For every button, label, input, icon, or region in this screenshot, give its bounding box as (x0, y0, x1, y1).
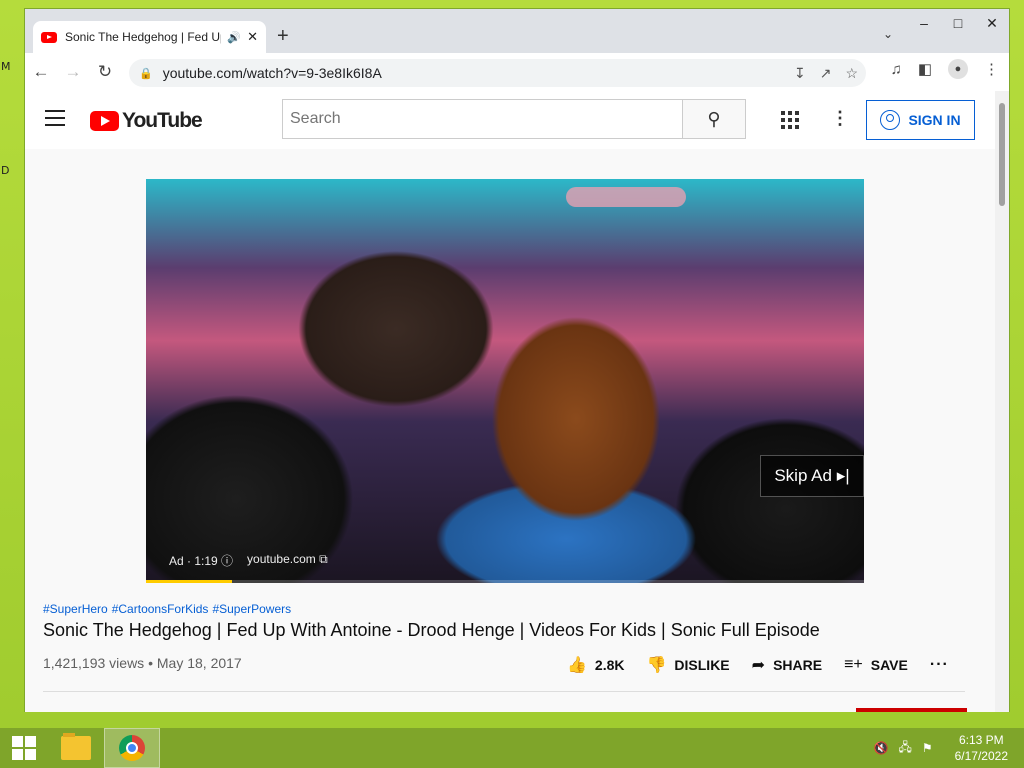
close-window-button[interactable]: ✕ (975, 9, 1009, 37)
start-button[interactable] (0, 728, 48, 768)
video-title: Sonic The Hedgehog | Fed Up With Antoine… (43, 620, 820, 640)
browser-menu-icon[interactable]: ⋮ (984, 60, 999, 78)
volume-muted-icon[interactable]: 🔇 (874, 741, 889, 755)
page-scrollbar[interactable] (995, 91, 1009, 712)
youtube-logo-text: YouTube (122, 109, 203, 132)
skip-ad-label: Skip Ad ▸| (774, 466, 850, 485)
sign-in-label: SIGN IN (908, 112, 961, 128)
network-icon[interactable]: 🖧 (898, 738, 911, 759)
browser-tab[interactable]: Sonic The Hedgehog | Fed Up With Antoine… (33, 21, 266, 53)
folder-icon (61, 733, 91, 760)
youtube-header: YouTube ⚲ ⋮ SIGN IN (25, 91, 1009, 149)
hashtag-link[interactable]: #SuperHero (43, 602, 108, 616)
taskbar: 🔇 🖧 ⚑ 6:13 PM 6/17/2022 (0, 728, 1024, 768)
back-arrow-icon[interactable]: ← (25, 56, 57, 88)
like-count: 2.8K (594, 657, 625, 673)
reload-icon[interactable]: ↻ (89, 56, 121, 88)
media-control-icon[interactable]: ♫ (891, 61, 902, 78)
chrome-icon (119, 735, 145, 761)
hashtag-link[interactable]: #CartoonsForKids (112, 602, 209, 616)
profile-avatar-icon[interactable]: ● (948, 59, 968, 79)
subscribe-button-edge[interactable] (856, 708, 967, 712)
apps-grid-icon[interactable] (781, 111, 799, 129)
more-options-icon[interactable]: ⋮ (831, 108, 849, 129)
lock-icon[interactable]: 🔒 (139, 67, 153, 80)
search-input[interactable] (282, 99, 683, 139)
save-label: SAVE (870, 657, 908, 673)
ad-info: Ad · 1:19 ⓘ youtube.com ⧉ (169, 552, 328, 569)
ad-countdown: Ad · 1:19 ⓘ (169, 554, 234, 568)
view-count: 1,421,193 views (43, 655, 145, 671)
search-icon: ⚲ (707, 108, 721, 129)
youtube-play-icon (90, 111, 119, 131)
user-circle-icon (880, 110, 901, 130)
minimize-button[interactable]: – (907, 9, 941, 37)
share-button[interactable]: ➦ SHARE (752, 655, 822, 675)
video-frame (146, 179, 864, 583)
install-icon[interactable]: ↧ (794, 65, 806, 82)
like-button[interactable]: 👍 2.8K (567, 655, 625, 675)
youtube-page: YouTube ⚲ ⋮ SIGN IN Skip Ad ▸| Ad · 1:19… (25, 91, 1009, 712)
thumbs-down-icon: 👎 (646, 657, 667, 674)
clock-time: 6:13 PM (958, 733, 1004, 747)
forward-arrow-icon[interactable]: → (57, 56, 89, 88)
windows-logo-icon (12, 736, 36, 760)
dislike-button[interactable]: 👎 DISLIKE (647, 655, 730, 675)
youtube-logo[interactable]: YouTube (90, 109, 203, 133)
tab-title: Sonic The Hedgehog | Fed Up With Antoine (65, 30, 221, 44)
more-actions-icon[interactable]: ··· (930, 656, 949, 674)
clock-date: 6/17/2022 (954, 749, 1008, 763)
scrollbar-thumb[interactable] (999, 103, 1005, 206)
clock[interactable]: 6:13 PM 6/17/2022 (955, 732, 1008, 764)
ad-progress-fill (146, 580, 233, 583)
hashtag-link[interactable]: #SuperPowers (212, 602, 291, 616)
divider (43, 691, 965, 692)
bookmark-star-icon[interactable]: ☆ (845, 65, 858, 82)
thumbs-up-icon: 👍 (567, 657, 587, 674)
close-tab-icon[interactable]: ✕ (247, 29, 258, 45)
url-text[interactable]: youtube.com/watch?v=9-3e8Ik6I8A (163, 65, 382, 81)
share-label: SHARE (773, 657, 823, 673)
desktop-label: M (1, 60, 11, 73)
file-explorer-taskbar-button[interactable] (48, 728, 104, 768)
chrome-taskbar-button[interactable] (104, 728, 160, 768)
hamburger-menu-icon[interactable] (45, 110, 65, 131)
video-meta: 1,421,193 views • May 18, 2017 (43, 655, 242, 671)
save-button[interactable]: ≡+ SAVE (844, 656, 908, 674)
new-tab-button[interactable]: + (277, 25, 289, 48)
speaker-icon[interactable]: 🔊 (227, 31, 241, 44)
search-button[interactable]: ⚲ (682, 99, 746, 139)
upload-date: May 18, 2017 (156, 655, 242, 671)
playlist-add-icon: ≡+ (844, 656, 863, 673)
maximize-button[interactable]: □ (941, 9, 975, 37)
action-center-flag-icon[interactable]: ⚑ (922, 741, 933, 755)
video-player[interactable]: Skip Ad ▸| Ad · 1:19 ⓘ youtube.com ⧉ (146, 179, 864, 583)
video-actions: 👍 2.8K 👎 DISLIKE ➦ SHARE ≡+ SAVE ··· (567, 655, 949, 675)
ad-progress-bar[interactable] (146, 580, 864, 583)
address-bar[interactable]: 🔒 youtube.com/watch?v=9-3e8Ik6I8A ↧ ↗ ☆ (129, 59, 866, 87)
system-tray: 🔇 🖧 ⚑ 6:13 PM 6/17/2022 (874, 728, 1009, 768)
youtube-favicon-icon (41, 31, 57, 43)
share-page-icon[interactable]: ↗ (820, 65, 832, 82)
browser-toolbar: ← → ↻ 🔒 youtube.com/watch?v=9-3e8Ik6I8A … (25, 53, 1009, 91)
sign-in-button[interactable]: SIGN IN (866, 100, 975, 140)
desktop-label: D (1, 164, 10, 177)
dislike-label: DISLIKE (674, 657, 730, 673)
window-controls: – □ ✕ (907, 9, 1009, 37)
share-arrow-icon: ➦ (751, 657, 766, 674)
skip-ad-button[interactable]: Skip Ad ▸| (760, 455, 864, 497)
ad-domain-link[interactable]: youtube.com ⧉ (247, 552, 328, 569)
browser-window: – □ ✕ Sonic The Hedgehog | Fed Up With A… (24, 8, 1010, 712)
hashtags: #SuperHero #CartoonsForKids #SuperPowers (43, 602, 291, 616)
tab-search-chevron-icon[interactable]: ⌄ (883, 27, 893, 41)
side-panel-icon[interactable]: ◧ (918, 60, 932, 78)
